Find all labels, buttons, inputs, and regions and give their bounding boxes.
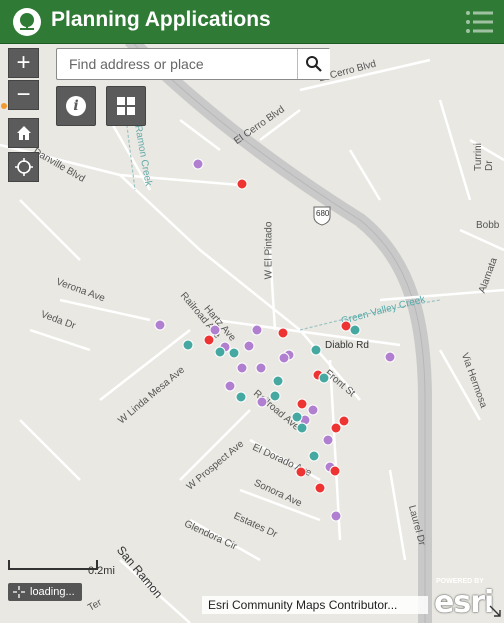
application-point[interactable]	[272, 375, 284, 387]
application-point[interactable]	[329, 465, 341, 477]
grid-icon	[117, 97, 135, 115]
search-input[interactable]	[57, 49, 295, 79]
home-icon	[16, 126, 31, 140]
locate-icon	[14, 158, 33, 176]
application-point[interactable]	[235, 391, 247, 403]
application-point[interactable]	[330, 510, 342, 522]
application-point[interactable]	[296, 422, 308, 434]
application-point[interactable]	[384, 351, 396, 363]
application-point[interactable]	[349, 324, 361, 336]
application-point[interactable]	[308, 450, 320, 462]
application-point[interactable]	[307, 404, 319, 416]
application-point[interactable]	[243, 340, 255, 352]
search-button[interactable]	[297, 49, 330, 79]
info-icon: i	[66, 96, 86, 116]
application-point[interactable]	[256, 396, 268, 408]
application-point[interactable]	[203, 334, 215, 346]
application-point[interactable]	[322, 434, 334, 446]
loading-label: loading...	[30, 586, 75, 598]
application-point[interactable]	[228, 347, 240, 359]
loading-indicator: loading...	[8, 583, 82, 601]
esri-logo[interactable]: esri	[434, 585, 494, 620]
locate-button[interactable]	[8, 152, 39, 182]
application-point[interactable]	[255, 362, 267, 374]
basemap-gallery-button[interactable]	[106, 86, 146, 126]
home-button[interactable]	[8, 118, 39, 148]
attribution-text[interactable]: Esri Community Maps Contributor...	[202, 596, 428, 614]
application-points-layer	[1, 103, 396, 522]
map-view[interactable]: Danville El Cerro Blvd El Cerro Blvd Dan…	[0, 44, 504, 623]
application-point[interactable]	[192, 158, 204, 170]
application-point[interactable]	[154, 319, 166, 331]
app-header: Planning Applications	[0, 0, 504, 44]
list-menu-icon[interactable]	[462, 8, 496, 36]
application-point[interactable]	[182, 339, 194, 351]
zoom-in-button[interactable]: +	[8, 48, 39, 78]
application-point[interactable]	[251, 324, 263, 336]
crosshair-icon	[13, 586, 25, 598]
application-point[interactable]	[295, 466, 307, 478]
search-box	[56, 48, 330, 80]
application-point[interactable]	[236, 362, 248, 374]
application-point[interactable]	[236, 178, 248, 190]
application-point[interactable]	[314, 482, 326, 494]
application-point[interactable]	[291, 411, 303, 423]
application-point[interactable]	[214, 346, 226, 358]
scale-label: 0.2mi	[88, 565, 115, 577]
application-point[interactable]	[209, 324, 221, 336]
application-point[interactable]	[338, 415, 350, 427]
resize-handle-icon[interactable]	[488, 604, 502, 618]
app-title: Planning Applications	[51, 8, 271, 31]
application-point[interactable]	[318, 372, 330, 384]
tree-logo-icon	[13, 8, 41, 36]
info-button[interactable]: i	[56, 86, 96, 126]
application-point[interactable]	[277, 327, 289, 339]
application-point[interactable]	[330, 422, 342, 434]
application-point[interactable]	[340, 320, 352, 332]
application-point[interactable]	[310, 344, 322, 356]
application-point[interactable]	[278, 352, 290, 364]
search-icon	[306, 56, 322, 72]
application-point[interactable]	[296, 398, 308, 410]
scale-bar	[8, 560, 98, 570]
zoom-out-button[interactable]: −	[8, 80, 39, 110]
application-point[interactable]	[269, 390, 281, 402]
application-point[interactable]	[224, 380, 236, 392]
powered-by-label: POWERED BY	[436, 578, 484, 585]
